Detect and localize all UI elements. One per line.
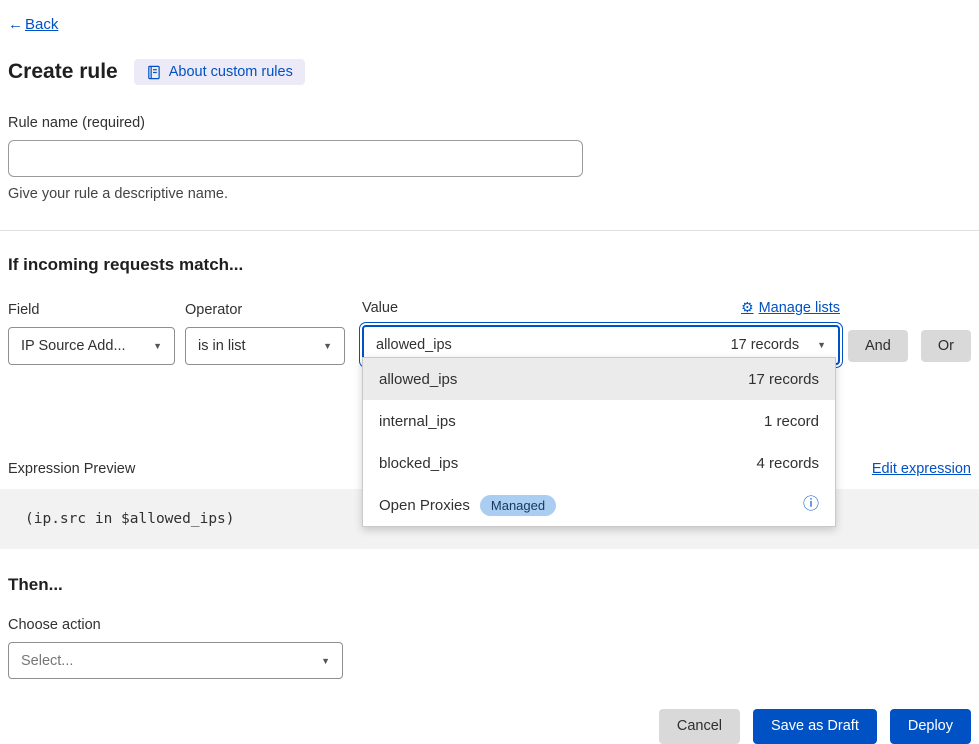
rule-name-input[interactable]	[8, 140, 583, 177]
list-item-name: Open Proxies	[379, 497, 470, 514]
and-or-buttons: And Or	[848, 327, 971, 365]
info-icon[interactable]: ⓘ	[803, 497, 819, 513]
rule-name-help: Give your rule a descriptive name.	[8, 186, 971, 202]
match-controls-row: Field IP Source Add... ▼ Operator is in …	[8, 299, 971, 365]
back-label: Back	[25, 16, 58, 33]
gear-icon: ⚙	[741, 299, 754, 316]
page-title: Create rule	[8, 60, 118, 84]
title-row: Create rule About custom rules	[8, 59, 971, 85]
dropdown-item-blocked-ips[interactable]: blocked_ips 4 records	[363, 442, 835, 484]
manage-lists-link[interactable]: ⚙ Manage lists	[741, 299, 840, 316]
then-section-title: Then...	[8, 575, 971, 595]
chevron-down-icon: ▼	[323, 341, 332, 351]
cancel-button[interactable]: Cancel	[659, 709, 740, 744]
list-item-meta: 4 records	[756, 455, 819, 472]
field-label: Field	[8, 302, 175, 318]
operator-select-value: is in list	[198, 338, 246, 354]
action-select[interactable]: Select... ▼	[8, 642, 343, 679]
dropdown-item-internal-ips[interactable]: internal_ips 1 record	[363, 400, 835, 442]
value-label-row: Value ⚙ Manage lists	[362, 299, 840, 316]
operator-label: Operator	[185, 302, 345, 318]
create-rule-page: ←Back Create rule About custom rules Rul…	[0, 0, 979, 744]
back-arrow-icon: ←	[8, 16, 23, 33]
field-select[interactable]: IP Source Add... ▼	[8, 327, 175, 365]
dropdown-item-allowed-ips[interactable]: allowed_ips 17 records	[363, 358, 835, 400]
save-as-draft-button[interactable]: Save as Draft	[753, 709, 877, 744]
about-custom-rules-chip[interactable]: About custom rules	[134, 59, 305, 85]
value-select-value: allowed_ips	[376, 337, 452, 353]
operator-select[interactable]: is in list ▼	[185, 327, 345, 365]
chevron-down-icon: ▼	[153, 341, 162, 351]
edit-expression-link[interactable]: Edit expression	[872, 461, 971, 477]
and-button[interactable]: And	[848, 330, 908, 363]
or-button[interactable]: Or	[921, 330, 971, 363]
action-select-placeholder: Select...	[21, 653, 73, 669]
field-select-value: IP Source Add...	[21, 338, 126, 354]
expression-code: (ip.src in $allowed_ips)	[25, 511, 235, 527]
list-item-meta: 17 records	[748, 371, 819, 388]
open-proxies-left: Open Proxies Managed	[379, 495, 556, 516]
manage-lists-label: Manage lists	[759, 300, 840, 316]
chevron-down-icon: ▼	[817, 340, 826, 350]
list-item-name: blocked_ips	[379, 455, 458, 472]
footer-actions: Cancel Save as Draft Deploy	[8, 709, 971, 744]
operator-column: Operator is in list ▼	[185, 302, 345, 365]
list-item-meta: 1 record	[764, 413, 819, 430]
list-item-name: allowed_ips	[379, 371, 457, 388]
value-column: Value ⚙ Manage lists allowed_ips 17 reco…	[362, 299, 840, 365]
deploy-button[interactable]: Deploy	[890, 709, 971, 744]
chevron-down-icon: ▼	[321, 656, 330, 666]
expression-preview-label: Expression Preview	[8, 461, 135, 477]
match-section-title: If incoming requests match...	[8, 255, 971, 275]
value-select-meta: 17 records	[731, 337, 808, 353]
field-column: Field IP Source Add... ▼	[8, 302, 175, 365]
list-item-name: internal_ips	[379, 413, 456, 430]
choose-action-label: Choose action	[8, 617, 971, 633]
about-custom-rules-label: About custom rules	[169, 64, 293, 80]
value-dropdown-menu: allowed_ips 17 records internal_ips 1 re…	[362, 357, 836, 527]
value-label: Value	[362, 300, 398, 316]
section-divider	[0, 230, 979, 231]
book-icon	[146, 65, 161, 80]
managed-badge: Managed	[480, 495, 556, 516]
dropdown-item-open-proxies[interactable]: Open Proxies Managed ⓘ	[363, 484, 835, 526]
rule-name-label: Rule name (required)	[8, 115, 971, 131]
back-link[interactable]: ←Back	[8, 16, 58, 33]
back-row: ←Back	[8, 16, 971, 33]
